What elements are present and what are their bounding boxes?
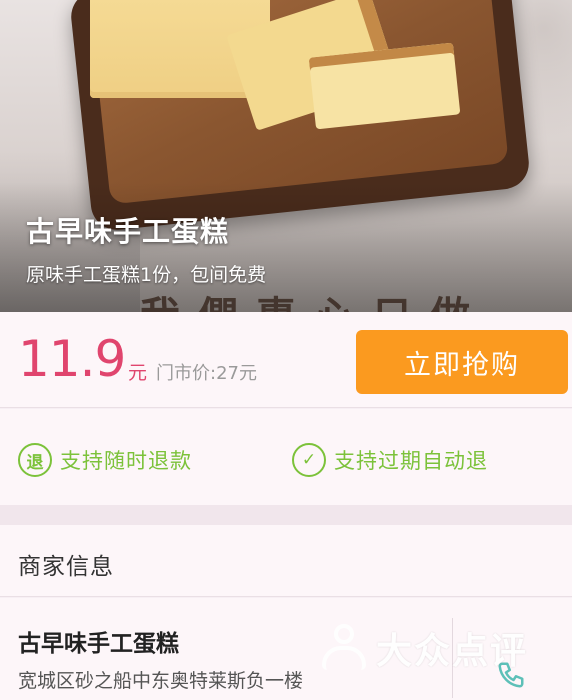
original-price: 门市价:27元 (156, 363, 257, 384)
dianping-watermark: 大众点评 (318, 622, 528, 674)
guarantee-auto-refund[interactable]: ✓ 支持过期自动退 (292, 443, 488, 477)
deal-title: 古早味手工蛋糕 (26, 215, 230, 248)
refund-icon: 退 (18, 443, 52, 477)
section-gap (0, 505, 572, 525)
cake-slice-image (308, 42, 461, 130)
merchant-name[interactable]: 古早味手工蛋糕 (18, 624, 179, 658)
hero-image[interactable]: 古早味手工蛋糕 原味手工蛋糕1份，包间免费 我們專心只做 (0, 0, 572, 312)
buy-now-button[interactable]: 立即抢购 (356, 330, 568, 394)
guarantee-label: 支持随时退款 (60, 449, 192, 473)
guarantee-label: 支持过期自动退 (334, 449, 488, 473)
merchant-section-header: 商家信息 (0, 525, 572, 597)
merchant-address[interactable]: 宽城区砂之船中东奥特莱斯负一楼 (18, 666, 303, 693)
hero-calligraphy-text: 我們專心只做 (140, 284, 488, 312)
deal-price: 11.9 (18, 330, 126, 388)
deal-subtitle: 原味手工蛋糕1份，包间免费 (26, 264, 267, 286)
price-unit: 元 (128, 362, 148, 384)
guarantee-refund-anytime[interactable]: 退 支持随时退款 (18, 443, 192, 477)
watermark-text: 大众点评 (376, 631, 529, 672)
check-circle-icon: ✓ (292, 443, 326, 477)
dianping-logo-icon (318, 622, 370, 674)
guarantee-bar: 退 支持随时退款 ✓ 支持过期自动退 (0, 409, 572, 505)
price-bar: 11.9 元 门市价:27元 立即抢购 (0, 312, 572, 408)
section-title: 商家信息 (18, 554, 114, 580)
